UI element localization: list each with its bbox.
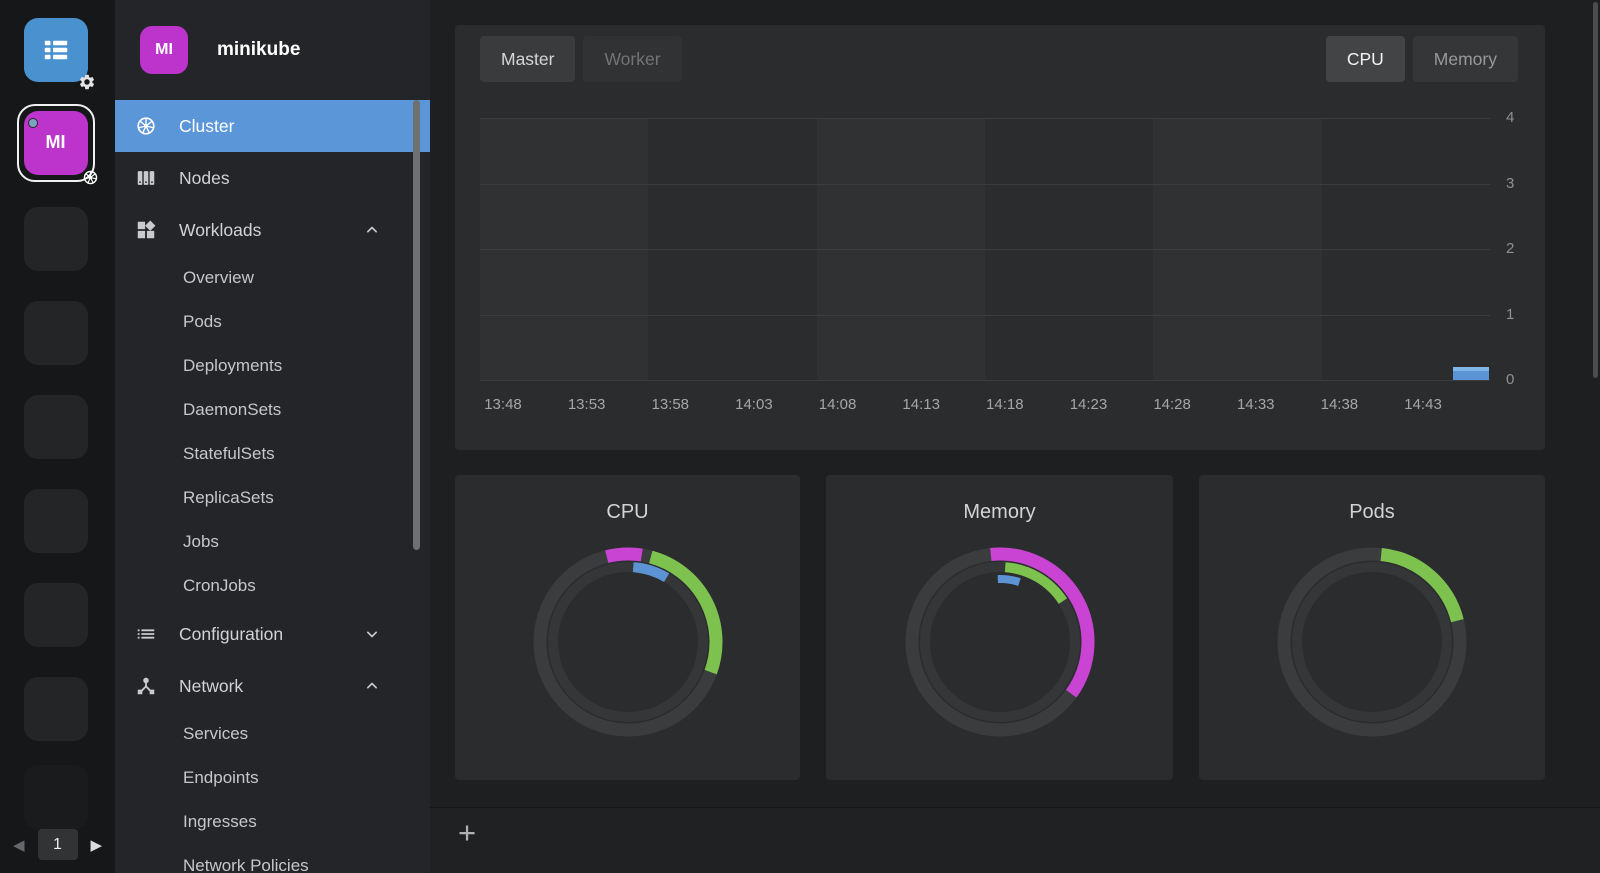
placeholder-tile xyxy=(24,765,88,829)
bottom-dock: + xyxy=(430,807,1600,873)
sidebar-subitem-overview[interactable]: Overview xyxy=(115,256,430,300)
sidebar-subitem-jobs[interactable]: Jobs xyxy=(115,520,430,564)
sidebar-item-label: Nodes xyxy=(179,167,230,188)
kubernetes-badge-icon xyxy=(82,169,99,186)
cluster-rail: MI ◀ 1 ▶ xyxy=(0,0,115,873)
rail-pagination: ◀ 1 ▶ xyxy=(0,829,115,860)
sidebar-subitem-services[interactable]: Services xyxy=(115,712,430,756)
placeholder-tile xyxy=(24,677,88,741)
sidebar-item-label: Configuration xyxy=(179,623,284,644)
main-scrollbar[interactable] xyxy=(1593,2,1598,378)
sidebar-scrollbar[interactable] xyxy=(413,100,420,550)
sidebar-item-label: Cluster xyxy=(179,115,235,136)
cpu-usage-bar-chart: 0 1 2 3 4 13:48 13:53 13:58 14:03 14:08 14:13 14:18… xyxy=(455,25,1545,450)
sidebar-subitem-pods[interactable]: Pods xyxy=(115,300,430,344)
sidebar-item-label: Workloads xyxy=(179,219,262,240)
sidebar-subitem-replicasets[interactable]: ReplicaSets xyxy=(115,476,430,520)
prev-page-icon[interactable]: ◀ xyxy=(13,836,25,854)
sidebar-item-workloads[interactable]: Workloads xyxy=(115,204,430,256)
sidebar-subitem-ingresses[interactable]: Ingresses xyxy=(115,800,430,844)
sidebar-subitem-cronjobs[interactable]: CronJobs xyxy=(115,564,430,608)
sidebar-item-network[interactable]: Network xyxy=(115,660,430,712)
cluster-tile-minikube[interactable]: MI xyxy=(17,104,98,185)
sidebar-item-nodes[interactable]: Nodes xyxy=(115,152,430,204)
cpu-donut-chart xyxy=(533,547,722,737)
sidebar-subitem-statefulsets[interactable]: StatefulSets xyxy=(115,432,430,476)
sidebar-subitem-network-policies[interactable]: Network Policies xyxy=(115,844,430,873)
configuration-list-icon xyxy=(133,623,159,645)
catalog-list-icon xyxy=(41,35,71,65)
master-toggle-button[interactable]: Master xyxy=(480,36,576,82)
memory-donut-title: Memory xyxy=(963,501,1036,523)
nodes-rack-icon xyxy=(133,167,159,189)
placeholder-tile xyxy=(24,207,88,271)
pods-donut-title: Pods xyxy=(1349,501,1395,523)
pods-donut-chart xyxy=(1277,547,1467,737)
workloads-cubes-icon xyxy=(133,219,159,241)
sidebar-subitem-endpoints[interactable]: Endpoints xyxy=(115,756,430,800)
placeholder-tile xyxy=(24,395,88,459)
sidebar: MI minikube Cluster Nodes Workloads Over… xyxy=(115,0,430,873)
sidebar-subitem-deployments[interactable]: Deployments xyxy=(115,344,430,388)
page-number[interactable]: 1 xyxy=(37,829,78,860)
sidebar-subitem-daemonsets[interactable]: DaemonSets xyxy=(115,388,430,432)
sidebar-item-label: Network xyxy=(179,675,244,696)
cluster-metrics-panel: Master Worker CPU Memory 0 1 2 3 4 13:48 13:53… xyxy=(455,25,1545,450)
lens-app-window: MI ◀ 1 ▶ MI minikube Cluster Nodes Workl… xyxy=(0,0,1600,873)
cluster-name: minikube xyxy=(217,39,301,60)
cluster-overview: Master Worker CPU Memory 0 1 2 3 4 13:48 13:53… xyxy=(430,0,1600,873)
cluster-avatar: MI xyxy=(140,26,188,74)
network-hub-icon xyxy=(133,675,159,697)
sidebar-item-configuration[interactable]: Configuration xyxy=(115,608,430,660)
worker-toggle-button[interactable]: Worker xyxy=(583,36,682,82)
memory-donut-panel: Memory xyxy=(826,475,1173,780)
cpu-toggle-button[interactable]: CPU xyxy=(1325,36,1405,82)
sidebar-item-cluster[interactable]: Cluster xyxy=(115,100,430,152)
next-page-icon[interactable]: ▶ xyxy=(91,836,103,854)
memory-donut-chart xyxy=(905,547,1094,737)
metric-toggle: CPU Memory xyxy=(1325,36,1518,82)
settings-gear-icon[interactable] xyxy=(78,73,96,91)
pods-donut-panel: Pods xyxy=(1199,475,1545,780)
chevron-up-icon xyxy=(362,220,382,240)
chevron-up-icon xyxy=(362,676,382,696)
status-dot xyxy=(28,118,38,128)
placeholder-tile xyxy=(24,489,88,553)
cpu-donut-title: CPU xyxy=(606,501,649,523)
cpu-donut-panel: CPU xyxy=(455,475,800,780)
node-type-toggle: Master Worker xyxy=(480,36,682,82)
memory-toggle-button[interactable]: Memory xyxy=(1412,36,1518,82)
kubernetes-wheel-icon xyxy=(133,115,159,137)
chevron-down-icon xyxy=(362,624,382,644)
placeholder-tile xyxy=(24,583,88,647)
add-terminal-button[interactable]: + xyxy=(458,817,476,848)
cluster-header: MI minikube xyxy=(115,0,430,100)
placeholder-tile xyxy=(24,301,88,365)
